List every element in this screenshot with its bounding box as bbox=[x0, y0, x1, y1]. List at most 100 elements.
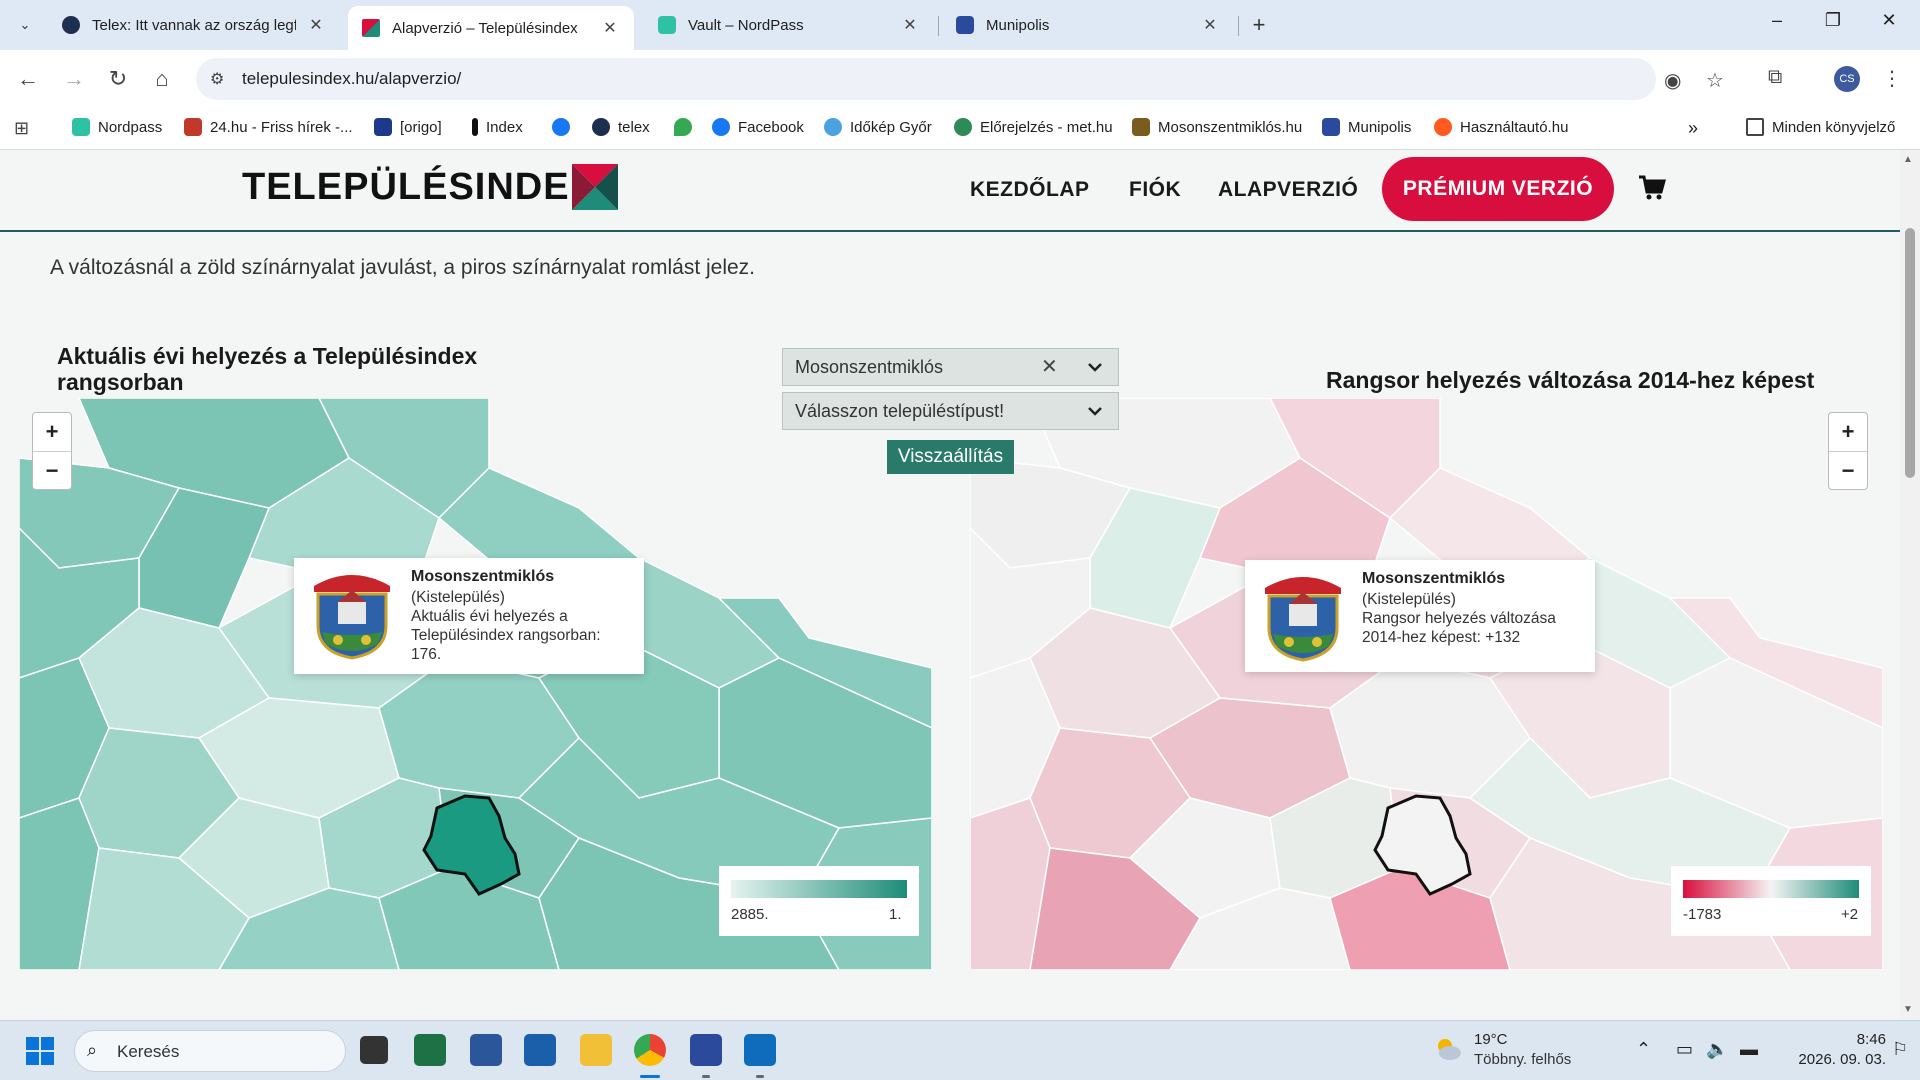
settlement-select[interactable]: Mosonszentmiklós ✕ bbox=[782, 348, 1119, 386]
scroll-up-arrow-icon[interactable]: ▲ bbox=[1903, 154, 1913, 165]
volume-icon[interactable]: 🔈 bbox=[1706, 1039, 1728, 1060]
left-ranking-map[interactable]: + − Mosonszentmiklós (Kistelepülés) Aktu… bbox=[19, 398, 932, 970]
url-text: telepulesindex.hu/alapverzio/ bbox=[242, 69, 462, 88]
back-button[interactable]: ← bbox=[14, 65, 42, 93]
tab-telex[interactable]: Telex: Itt vannak az ország legfe ✕ bbox=[48, 6, 340, 44]
bookmark-star-icon[interactable]: ☆ bbox=[1706, 68, 1724, 93]
battery-icon[interactable]: ▬ bbox=[1740, 1039, 1758, 1060]
bookmark-idokep[interactable]: Időkép Győr bbox=[824, 118, 932, 136]
tab-title: Munipolis bbox=[986, 16, 1050, 34]
coat-of-arms-icon bbox=[1265, 577, 1341, 662]
profile-avatar[interactable]: CS bbox=[1834, 66, 1860, 92]
restore-button[interactable]: ❐ bbox=[1818, 10, 1848, 31]
eye-off-icon[interactable]: ◉ bbox=[1664, 68, 1681, 93]
app-indicator bbox=[702, 1075, 710, 1078]
close-icon[interactable]: ✕ bbox=[600, 18, 620, 38]
zoom-in-button[interactable]: + bbox=[33, 413, 71, 451]
bookmark-hasznaltauto[interactable]: Használtautó.hu bbox=[1434, 118, 1568, 136]
zoom-out-button[interactable]: − bbox=[1829, 451, 1867, 489]
clear-selection-icon[interactable]: ✕ bbox=[1041, 354, 1058, 379]
legend-gradient bbox=[731, 880, 907, 898]
nav-fiok[interactable]: FIÓK bbox=[1129, 178, 1181, 202]
legend-max-label: +2 bbox=[1841, 906, 1859, 923]
windows-start-icon[interactable] bbox=[26, 1037, 54, 1065]
folder-icon bbox=[1746, 118, 1764, 136]
scrollbar-thumb[interactable] bbox=[1905, 228, 1915, 478]
minimize-button[interactable]: – bbox=[1762, 10, 1792, 31]
notification-bell-icon[interactable]: ⚐ bbox=[1892, 1039, 1908, 1060]
chevron-down-icon[interactable] bbox=[1085, 401, 1105, 421]
tray-chevron-up-icon[interactable]: ⌃ bbox=[1636, 1039, 1651, 1060]
tab-separator bbox=[1238, 16, 1239, 36]
chevron-down-icon[interactable] bbox=[1085, 357, 1105, 377]
popup-settlement-type: (Kistelepülés) bbox=[411, 589, 505, 606]
windows-taskbar: ⌕ Keresés 19°C Többny. felhős ⌃ ▭ 🔈 ▬ 8:… bbox=[0, 1020, 1920, 1080]
settlement-type-placeholder: Válasszon településtípust! bbox=[795, 401, 1005, 421]
network-icon[interactable]: ▭ bbox=[1676, 1039, 1693, 1060]
clock-time[interactable]: 8:46 bbox=[1838, 1031, 1886, 1048]
close-window-button[interactable]: ✕ bbox=[1874, 10, 1904, 31]
reload-button[interactable]: ↻ bbox=[104, 65, 132, 93]
bookmark-origo[interactable]: [origo] bbox=[374, 118, 442, 136]
site-info-icon[interactable]: ⚙ bbox=[210, 69, 224, 89]
page-scrollbar[interactable]: ▲ ▼ bbox=[1900, 150, 1920, 1020]
bookmark-maps[interactable] bbox=[674, 118, 700, 136]
save-app-icon[interactable] bbox=[690, 1034, 722, 1066]
cart-icon[interactable] bbox=[1638, 174, 1666, 202]
active-app-indicator bbox=[640, 1075, 660, 1078]
tab-title: Alapverzió – Településindex bbox=[392, 19, 578, 37]
crest-icon bbox=[1132, 118, 1150, 136]
more-bookmarks-chevron-icon[interactable]: » bbox=[1688, 118, 1698, 139]
bookmark-telex[interactable]: telex bbox=[592, 118, 650, 136]
taskbar-search[interactable]: ⌕ Keresés bbox=[74, 1030, 346, 1072]
close-icon[interactable]: ✕ bbox=[306, 15, 326, 35]
clock-date[interactable]: 2026. 09. 03. bbox=[1782, 1051, 1886, 1068]
right-change-map[interactable]: + − Mosonszentmiklós (Kistelepülés) Rang… bbox=[970, 398, 1883, 970]
close-icon[interactable]: ✕ bbox=[900, 15, 920, 35]
store-icon[interactable] bbox=[524, 1034, 556, 1066]
bookmark-met[interactable]: Előrejelzés - met.hu bbox=[954, 118, 1113, 136]
nav-alapverzio[interactable]: ALAPVERZIÓ bbox=[1218, 178, 1358, 202]
extensions-icon[interactable]: ⧉ bbox=[1768, 66, 1782, 89]
bookmark-munipolis[interactable]: Munipolis bbox=[1322, 118, 1411, 136]
settlement-type-select[interactable]: Válasszon településtípust! bbox=[782, 392, 1119, 430]
bookmark-facebook-2[interactable]: Facebook bbox=[712, 118, 804, 136]
file-explorer-icon[interactable] bbox=[580, 1034, 612, 1066]
premium-button[interactable]: PRÉMIUM VERZIÓ bbox=[1382, 157, 1614, 221]
forward-button[interactable]: → bbox=[60, 65, 88, 93]
bookmark-index[interactable]: Index bbox=[472, 118, 523, 136]
nav-kezdolap[interactable]: KEZDŐLAP bbox=[970, 178, 1090, 202]
home-button[interactable]: ⌂ bbox=[148, 65, 176, 93]
bookmark-facebook-1[interactable] bbox=[552, 118, 578, 136]
new-tab-button[interactable]: + bbox=[1246, 12, 1272, 38]
zoom-out-button[interactable]: − bbox=[33, 451, 71, 489]
apps-grid-icon[interactable]: ⊞ bbox=[14, 118, 29, 139]
site-logo[interactable]: TELEPÜLÉSINDE bbox=[242, 164, 618, 210]
right-map-legend: -1783 +2 bbox=[1671, 866, 1871, 936]
munipolis-favicon-icon bbox=[956, 16, 974, 34]
bookmark-nordpass[interactable]: Nordpass bbox=[72, 118, 162, 136]
address-bar[interactable]: ⚙ telepulesindex.hu/alapverzio/ ◉ ☆ bbox=[196, 58, 1724, 100]
reset-button[interactable]: Visszaállítás bbox=[887, 440, 1014, 474]
tab-search-button[interactable]: ⌄ bbox=[10, 10, 40, 40]
all-bookmarks-folder[interactable]: Minden könyvjelző bbox=[1746, 118, 1895, 136]
tab-nordpass[interactable]: Vault – NordPass ✕ bbox=[644, 6, 934, 44]
outlook-icon[interactable] bbox=[744, 1034, 776, 1066]
weather-cloud-icon[interactable] bbox=[1432, 1033, 1464, 1065]
task-view-icon[interactable] bbox=[360, 1036, 388, 1064]
word-icon[interactable] bbox=[470, 1034, 502, 1066]
bookmark-24hu[interactable]: 24.hu - Friss hírek -... bbox=[184, 118, 353, 136]
tab-munipolis[interactable]: Munipolis ✕ bbox=[942, 6, 1234, 44]
right-zoom-control: + − bbox=[1828, 412, 1868, 490]
telex-favicon-icon bbox=[62, 16, 80, 34]
bookmark-mosonszentmiklos[interactable]: Mosonszentmiklós.hu bbox=[1132, 118, 1302, 136]
scroll-down-arrow-icon[interactable]: ▼ bbox=[1903, 1004, 1913, 1015]
tab-telepulesindex[interactable]: Alapverzió – Településindex ✕ bbox=[348, 6, 634, 50]
browser-menu-icon[interactable]: ⋮ bbox=[1882, 66, 1902, 91]
close-icon[interactable]: ✕ bbox=[1200, 15, 1220, 35]
legend-explanation-text: A változásnál a zöld színárnyalat javulá… bbox=[50, 256, 756, 279]
zoom-in-button[interactable]: + bbox=[1829, 413, 1867, 451]
munipolis-icon bbox=[1322, 118, 1340, 136]
chrome-icon[interactable] bbox=[634, 1034, 666, 1066]
excel-icon[interactable] bbox=[414, 1034, 446, 1066]
